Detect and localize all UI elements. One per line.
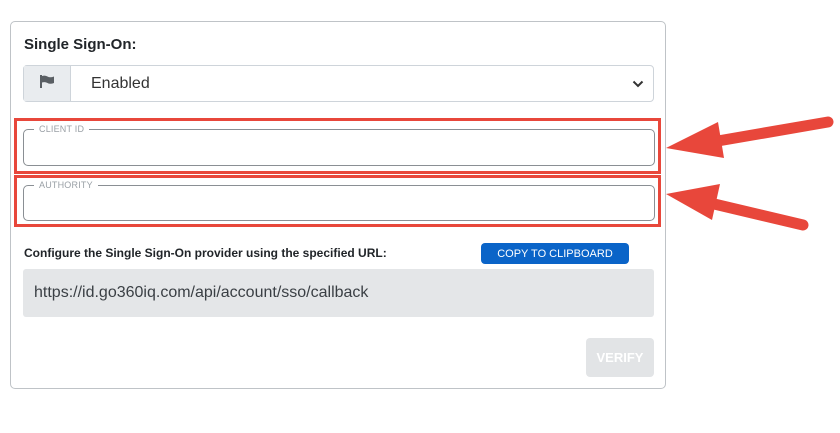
- authority-field[interactable]: AUTHORITY: [23, 179, 655, 221]
- arrow-annotation-authority: [666, 184, 809, 231]
- client-id-field[interactable]: CLIENT ID: [23, 123, 655, 166]
- chevron-down-icon: [623, 66, 653, 101]
- copy-to-clipboard-button[interactable]: COPY TO CLIPBOARD: [481, 243, 629, 264]
- callback-url: https://id.go360iq.com/api/account/sso/c…: [23, 269, 654, 317]
- verify-button[interactable]: VERIFY: [586, 338, 654, 377]
- config-label: Configure the Single Sign-On provider us…: [24, 246, 387, 260]
- authority-label: AUTHORITY: [34, 179, 98, 191]
- client-id-label: CLIENT ID: [34, 123, 90, 135]
- select-addon: [24, 66, 71, 101]
- select-value: Enabled: [91, 74, 150, 92]
- flag-icon: [39, 74, 55, 93]
- arrow-annotation-client-id: [666, 116, 834, 158]
- section-title: Single Sign-On:: [24, 36, 137, 53]
- sso-select[interactable]: Enabled: [23, 65, 654, 102]
